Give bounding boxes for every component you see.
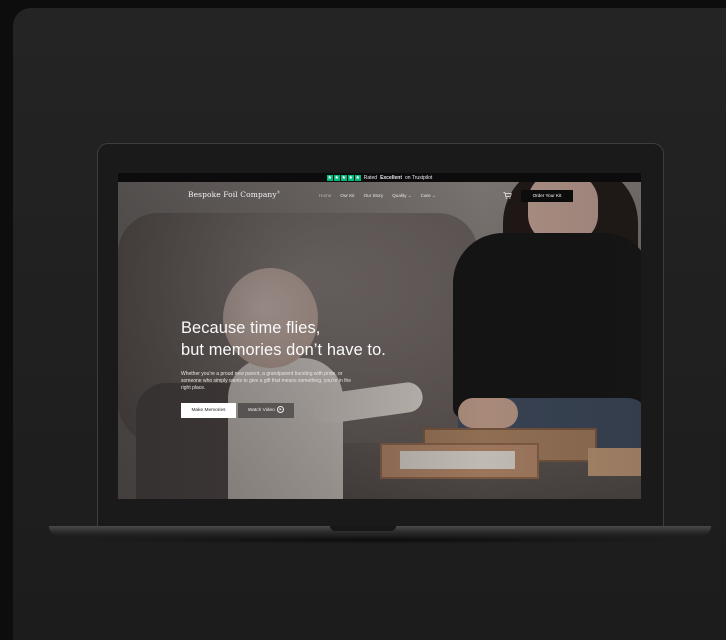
- nav-item-our-story[interactable]: Our Story: [364, 193, 384, 199]
- star-icon: ★: [340, 174, 347, 181]
- trustpilot-bar[interactable]: ★ ★ ★ ★ ★ Rated Excellent on Trustpilot: [118, 173, 641, 182]
- main-menu: Home Our Kit Our Story Quality ⌄ Care ⌄: [319, 193, 436, 199]
- nav-item-home[interactable]: Home: [319, 193, 331, 199]
- cart-icon[interactable]: [503, 192, 512, 199]
- nav-item-care[interactable]: Care ⌄: [421, 193, 436, 199]
- logo[interactable]: Bespoke Foil Company®: [188, 190, 280, 199]
- hero-subtitle: Whether you’re a proud new parent, a gra…: [181, 371, 352, 391]
- star-icon: ★: [333, 174, 340, 181]
- navbar: Bespoke Foil Company® Home Our Kit Our S…: [118, 182, 641, 208]
- star-icon: ★: [326, 174, 333, 181]
- trust-on-text: on Trustpilot: [405, 174, 433, 181]
- make-memories-button[interactable]: Make Memories: [181, 403, 236, 418]
- trust-rated-text: Rated: [363, 174, 378, 181]
- trust-rating-text: Excellent: [380, 174, 403, 181]
- registered-mark: ®: [276, 190, 281, 195]
- order-your-kit-button[interactable]: Order Your Kit: [521, 190, 573, 202]
- star-icon: ★: [354, 174, 361, 181]
- laptop-notch: [330, 526, 396, 531]
- play-icon: ▶: [277, 406, 285, 414]
- hero-title: Because time flies, but memories don’t h…: [181, 319, 386, 359]
- laptop-screen: ★ ★ ★ ★ ★ Rated Excellent on Trustpilot …: [118, 173, 641, 499]
- star-icon: ★: [347, 174, 354, 181]
- watch-video-button[interactable]: Watch Video ▶: [238, 403, 294, 418]
- nav-item-our-kit[interactable]: Our Kit: [340, 193, 354, 199]
- nav-item-quality[interactable]: Quality ⌄: [392, 193, 411, 199]
- trustpilot-stars: ★ ★ ★ ★ ★: [326, 174, 361, 181]
